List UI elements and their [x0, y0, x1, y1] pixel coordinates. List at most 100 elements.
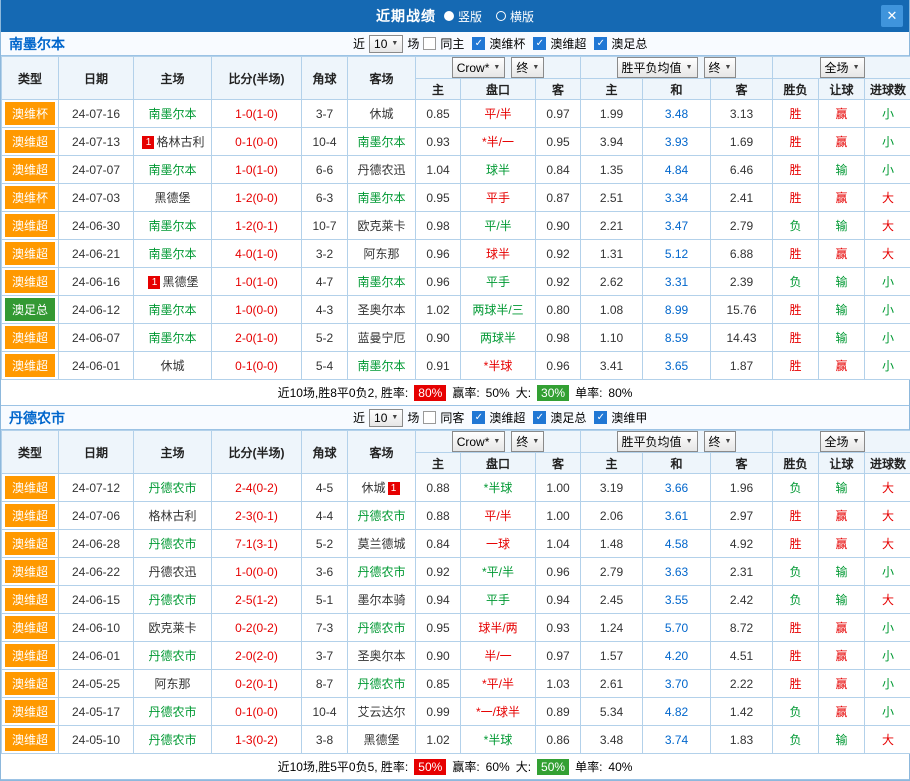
euro-draw-odds: 5.70 [643, 614, 711, 642]
red-card-badge: 1 [142, 136, 154, 149]
away-team: 墨尔本骑 [348, 586, 416, 614]
chevron-down-icon: ▼ [391, 40, 398, 47]
chevron-down-icon: ▼ [493, 64, 500, 71]
score: 0-2(0-1) [212, 670, 302, 698]
same-venue-checkbox[interactable]: ✓ [423, 37, 436, 50]
odds-stage-select[interactable]: 终▼ [511, 431, 544, 452]
result-flag: 胜 [773, 324, 819, 352]
section-head: 南墨尔本 近 10 ▼ 场 ✓ 同主 ✓ 澳维杯 ✓ 澳维超 ✓ 澳足总 [1, 32, 909, 56]
euro-home-odds: 2.62 [581, 268, 643, 296]
euro-stage-select[interactable]: 终▼ [704, 431, 737, 452]
asia-rate-value: 60% [486, 760, 510, 774]
corners: 4-3 [302, 296, 348, 324]
odds-stage-select[interactable]: 终▼ [511, 57, 544, 78]
subcol-euro-away: 客 [711, 453, 773, 474]
corners: 5-2 [302, 530, 348, 558]
league-badge: 澳维超 [5, 616, 55, 639]
goals-result-flag: 小 [865, 642, 910, 670]
subcol-euro-away: 客 [711, 79, 773, 100]
league-type-cell: 澳足总 [2, 296, 59, 324]
asia-away-water: 0.92 [536, 240, 581, 268]
away-team: 南墨尔本 [348, 268, 416, 296]
table-row: 澳维杯 24-07-16 南墨尔本 1-0(1-0) 3-7 休城 0.85 平… [2, 100, 910, 128]
league-checkbox-1[interactable]: ✓ [472, 37, 485, 50]
odds-source-select[interactable]: Crow*▼ [452, 431, 506, 452]
home-team: 丹德农市 [134, 586, 212, 614]
score: 4-0(1-0) [212, 240, 302, 268]
match-date: 24-07-03 [59, 184, 134, 212]
corners: 5-2 [302, 324, 348, 352]
euro-away-odds: 1.96 [711, 474, 773, 502]
league-checkbox-2[interactable]: ✓ [533, 37, 546, 50]
euro-draw-odds: 3.65 [643, 352, 711, 380]
asia-home-water: 0.88 [416, 474, 461, 502]
euro-home-odds: 1.08 [581, 296, 643, 324]
league-label-3: 澳维甲 [611, 409, 647, 426]
big-rate-value: 50% [537, 759, 569, 775]
euro-source-select[interactable]: 胜平负均值▼ [617, 431, 698, 452]
euro-stage-select[interactable]: 终▼ [704, 57, 737, 78]
euro-draw-odds: 4.82 [643, 698, 711, 726]
result-flag: 负 [773, 558, 819, 586]
league-checkbox-1[interactable]: ✓ [472, 411, 485, 424]
scope-select[interactable]: 全场▼ [820, 57, 865, 78]
handicap-result-flag: 输 [819, 558, 865, 586]
score: 0-2(0-2) [212, 614, 302, 642]
summary-prefix: 近10场,胜5平0负5, 胜率: [278, 758, 409, 775]
league-type-cell: 澳维超 [2, 128, 59, 156]
handicap-result-flag: 输 [819, 156, 865, 184]
col-type: 类型 [2, 431, 59, 474]
handicap-result-flag: 赢 [819, 670, 865, 698]
match-date: 24-07-13 [59, 128, 134, 156]
league-type-cell: 澳维超 [2, 558, 59, 586]
games-count-select[interactable]: 10 ▼ [369, 409, 403, 427]
result-flag: 负 [773, 586, 819, 614]
close-button[interactable]: ✕ [881, 5, 903, 27]
result-flag: 胜 [773, 296, 819, 324]
asia-handicap: *半球 [461, 474, 536, 502]
results-table: 类型 日期 主场 比分(半场) 角球 客场 Crow*▼ 终▼ 胜平负均 [1, 56, 910, 380]
result-flag: 负 [773, 474, 819, 502]
results-tbody: 澳维杯 24-07-16 南墨尔本 1-0(1-0) 3-7 休城 0.85 平… [2, 100, 910, 380]
league-checkbox-3[interactable]: ✓ [594, 37, 607, 50]
page-title: 近期战绩 [376, 6, 436, 26]
league-label-3: 澳足总 [611, 35, 647, 52]
same-venue-checkbox[interactable]: ✓ [423, 411, 436, 424]
radio-vertical[interactable]: 竖版 [444, 8, 482, 25]
euro-source-select[interactable]: 胜平负均值▼ [617, 57, 698, 78]
match-date: 24-07-07 [59, 156, 134, 184]
table-row: 澳维超 24-06-21 南墨尔本 4-0(1-0) 3-2 阿东那 0.96 … [2, 240, 910, 268]
euro-draw-odds: 4.84 [643, 156, 711, 184]
result-flag: 胜 [773, 100, 819, 128]
league-badge: 澳维超 [5, 326, 55, 349]
odds-source-select[interactable]: Crow*▼ [452, 57, 506, 78]
league-type-cell: 澳维超 [2, 474, 59, 502]
asia-away-water: 0.97 [536, 642, 581, 670]
chevron-down-icon: ▼ [493, 438, 500, 445]
away-team: 休城 [348, 100, 416, 128]
table-row: 澳维超 24-06-30 南墨尔本 1-2(0-1) 10-7 欧克莱卡 0.9… [2, 212, 910, 240]
games-count-select[interactable]: 10 ▼ [369, 35, 403, 53]
goals-result-flag: 小 [865, 296, 910, 324]
score: 2-3(0-1) [212, 502, 302, 530]
home-team: 休城 [134, 352, 212, 380]
league-type-cell: 澳维超 [2, 502, 59, 530]
scope-select[interactable]: 全场▼ [820, 431, 865, 452]
league-checkbox-2[interactable]: ✓ [533, 411, 546, 424]
radio-horizontal-label: 横版 [510, 8, 534, 25]
league-badge: 澳维超 [5, 532, 55, 555]
league-checkbox-3[interactable]: ✓ [594, 411, 607, 424]
radio-horizontal[interactable]: 横版 [496, 8, 534, 25]
match-date: 24-06-07 [59, 324, 134, 352]
goals-result-flag: 大 [865, 212, 910, 240]
goals-result-flag: 小 [865, 324, 910, 352]
home-team: 丹德农市 [134, 726, 212, 754]
euro-home-odds: 1.57 [581, 642, 643, 670]
chevron-down-icon: ▼ [686, 438, 693, 445]
result-flag: 胜 [773, 184, 819, 212]
euro-home-odds: 1.10 [581, 324, 643, 352]
away-team: 蓝曼宁厄 [348, 324, 416, 352]
subcol-result: 胜负 [773, 453, 819, 474]
radio-vertical-label: 竖版 [458, 8, 482, 25]
win-rate-value: 80% [414, 385, 446, 401]
